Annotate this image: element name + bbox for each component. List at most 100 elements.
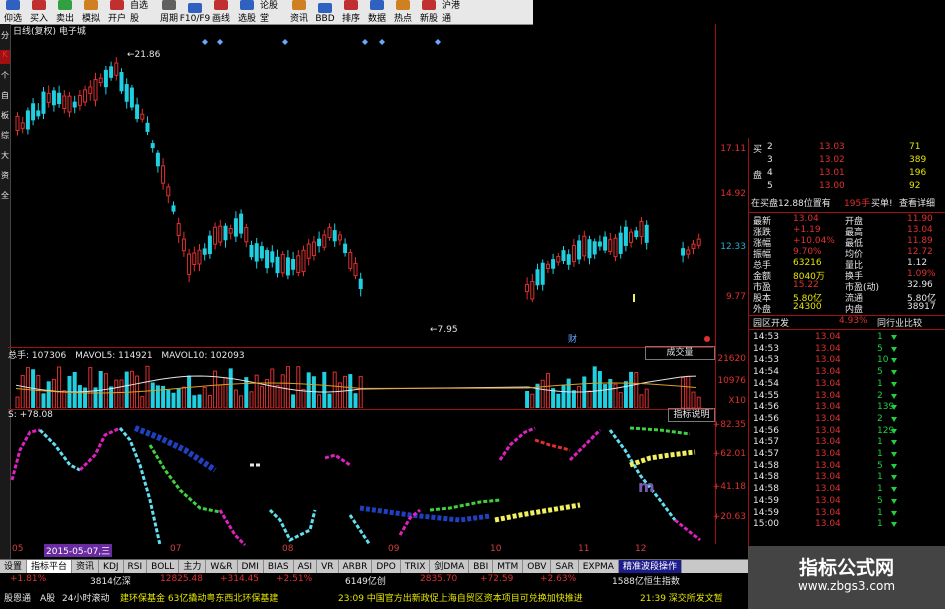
status-item: +1.81% (10, 574, 47, 584)
toolbar-button-5[interactable]: 自选股 (130, 0, 156, 24)
price-axis: 17.11 14.92 12.33 9.77 21620 10976 X10 +82.35 +6… (713, 24, 749, 544)
indicator-tab-15[interactable]: 剑DMA (430, 560, 470, 574)
trade-direction-icon (891, 358, 897, 364)
toolbar-button-13[interactable]: 排序 (338, 0, 364, 24)
toolbar-button-3[interactable]: 模拟 (78, 0, 104, 24)
indicator-tab-17[interactable]: MTM (493, 560, 524, 574)
toolbar-button-16[interactable]: 新股 (416, 0, 442, 24)
volume-bar (270, 368, 275, 408)
indicator-tab-21[interactable]: 精准波段操作 (618, 560, 682, 574)
trade-time: 14:58 (753, 472, 779, 483)
volume-bar (103, 373, 108, 408)
candle-up (20, 122, 25, 129)
indicator-tab-6[interactable]: 主力 (179, 560, 207, 574)
candle-down (145, 122, 150, 132)
indicator-tab-18[interactable]: OBV (523, 560, 552, 574)
toolbar-button-4[interactable]: 开户 (104, 0, 130, 24)
trade-direction-icon (891, 370, 897, 376)
ticker-item[interactable]: A股 (40, 591, 55, 604)
trade-direction-icon (891, 405, 897, 411)
view-detail-button[interactable]: 查看详细 (899, 196, 935, 209)
toolbar-button-9[interactable]: 选股 (234, 0, 260, 24)
candle-down (644, 224, 649, 243)
volume-chart[interactable] (10, 360, 715, 408)
orderbook-volume: 71 (909, 142, 921, 152)
candle-up (46, 92, 51, 103)
left-nav-item-5[interactable]: 综 (0, 130, 10, 144)
sector-pct: 4.93% (839, 316, 868, 326)
ticker-item[interactable]: 24小时滚动 (62, 591, 109, 604)
indicator-tab-9[interactable]: BIAS (264, 560, 294, 574)
candle-down (618, 232, 623, 254)
candle-up (166, 186, 171, 197)
left-nav-item-7[interactable]: 资 (0, 170, 10, 184)
candlestick-chart[interactable]: ←21.86 ←7.95 财 (10, 36, 715, 346)
toolbar-button-14[interactable]: 数据 (364, 0, 390, 24)
left-nav-item-2[interactable]: 个 (0, 70, 10, 84)
toolbar-button-7[interactable]: F10/F9 (180, 0, 210, 24)
indicator-chart[interactable]: m (10, 420, 715, 546)
volume-bar (155, 385, 160, 408)
date-label: 09 (388, 544, 400, 554)
indicator-tab-8[interactable]: DMI (238, 560, 264, 574)
toolbar-button-2[interactable]: 卖出 (52, 0, 78, 24)
sector-name[interactable]: 园区开发 (753, 316, 789, 329)
volume-bar (582, 376, 587, 408)
trade-volume: 5 (877, 460, 883, 471)
date-label: 08 (282, 544, 294, 554)
candle-up (322, 234, 327, 248)
toolbar-button-6[interactable]: 周期 (156, 0, 182, 24)
left-nav-item-3[interactable]: 自 (0, 90, 10, 104)
trade-price: 13.04 (815, 402, 841, 413)
toolbar-label: 开户 (107, 14, 126, 24)
toolbar-button-8[interactable]: 画线 (208, 0, 234, 24)
toolbar-button-11[interactable]: 资讯 (286, 0, 312, 24)
indicator-tab-1[interactable]: 指标平台 (27, 560, 73, 574)
ticker-item[interactable]: 股恩通 (4, 591, 31, 604)
candle-down (358, 278, 363, 290)
candle-down (239, 213, 244, 234)
indicator-tab-5[interactable]: BOLL (147, 560, 180, 574)
indicator-tab-10[interactable]: ASI (294, 560, 318, 574)
indicator-tab-19[interactable]: SAR (551, 560, 579, 574)
left-nav-item-0[interactable]: 分 (0, 30, 10, 44)
toolbar-icon (6, 0, 20, 10)
candle-down (124, 84, 129, 102)
left-nav-item-1[interactable]: K (0, 50, 10, 64)
volume-bar (15, 396, 20, 408)
orderbook-row: 盘 4 13.01 196 (749, 168, 945, 181)
toolbar-button-17[interactable]: 沪港通 (442, 0, 468, 24)
indicator-tab-20[interactable]: EXPMA (579, 560, 619, 574)
indicator-tab-12[interactable]: ARBR (339, 560, 373, 574)
indicator-tab-16[interactable]: BBI (469, 560, 494, 574)
orderbook-price: 13.00 (819, 181, 845, 191)
trade-volume: 5 (877, 343, 883, 354)
sector-compare-button[interactable]: 同行业比较 (877, 316, 922, 329)
candle-up (244, 227, 249, 243)
toolbar-button-12[interactable]: BBD (312, 0, 338, 24)
indicator-tab-0[interactable]: 设置 (0, 560, 28, 574)
left-nav-item-4[interactable]: 板 (0, 110, 10, 124)
toolbar-button-10[interactable]: 论股堂 (260, 0, 286, 24)
date-label: 05 (12, 544, 24, 554)
candle-down (41, 91, 46, 114)
buy-order-button[interactable]: 买单! (871, 196, 893, 209)
indicator-tab-14[interactable]: TRIX (401, 560, 431, 574)
indicator-tab-3[interactable]: KDJ (99, 560, 124, 574)
quote-panel: 买 2 13.03 71 3 13.02 389 盘 4 13.01 196 5 13.00 92 在买盘1… (748, 138, 945, 558)
indicator-tab-11[interactable]: VR (317, 560, 339, 574)
quote-value: 63216 (793, 258, 822, 268)
indicator-tab-2[interactable]: 资讯 (72, 560, 100, 574)
left-nav-item-8[interactable]: 全 (0, 190, 10, 204)
indicator-tab-4[interactable]: RSI (124, 560, 148, 574)
volume-indicator-select[interactable]: 成交量 (645, 346, 715, 360)
toolbar-button-15[interactable]: 热点 (390, 0, 416, 24)
left-nav-item-6[interactable]: 大 (0, 150, 10, 164)
candle-down (561, 250, 566, 262)
toolbar-button-0[interactable]: 仰选 (0, 0, 26, 24)
toolbar-button-1[interactable]: 买入 (26, 0, 52, 24)
indicator-tab-13[interactable]: DPO (372, 560, 401, 574)
trade-direction-icon (891, 393, 897, 399)
volume-bar (696, 396, 701, 408)
indicator-tab-7[interactable]: W&R (206, 560, 238, 574)
